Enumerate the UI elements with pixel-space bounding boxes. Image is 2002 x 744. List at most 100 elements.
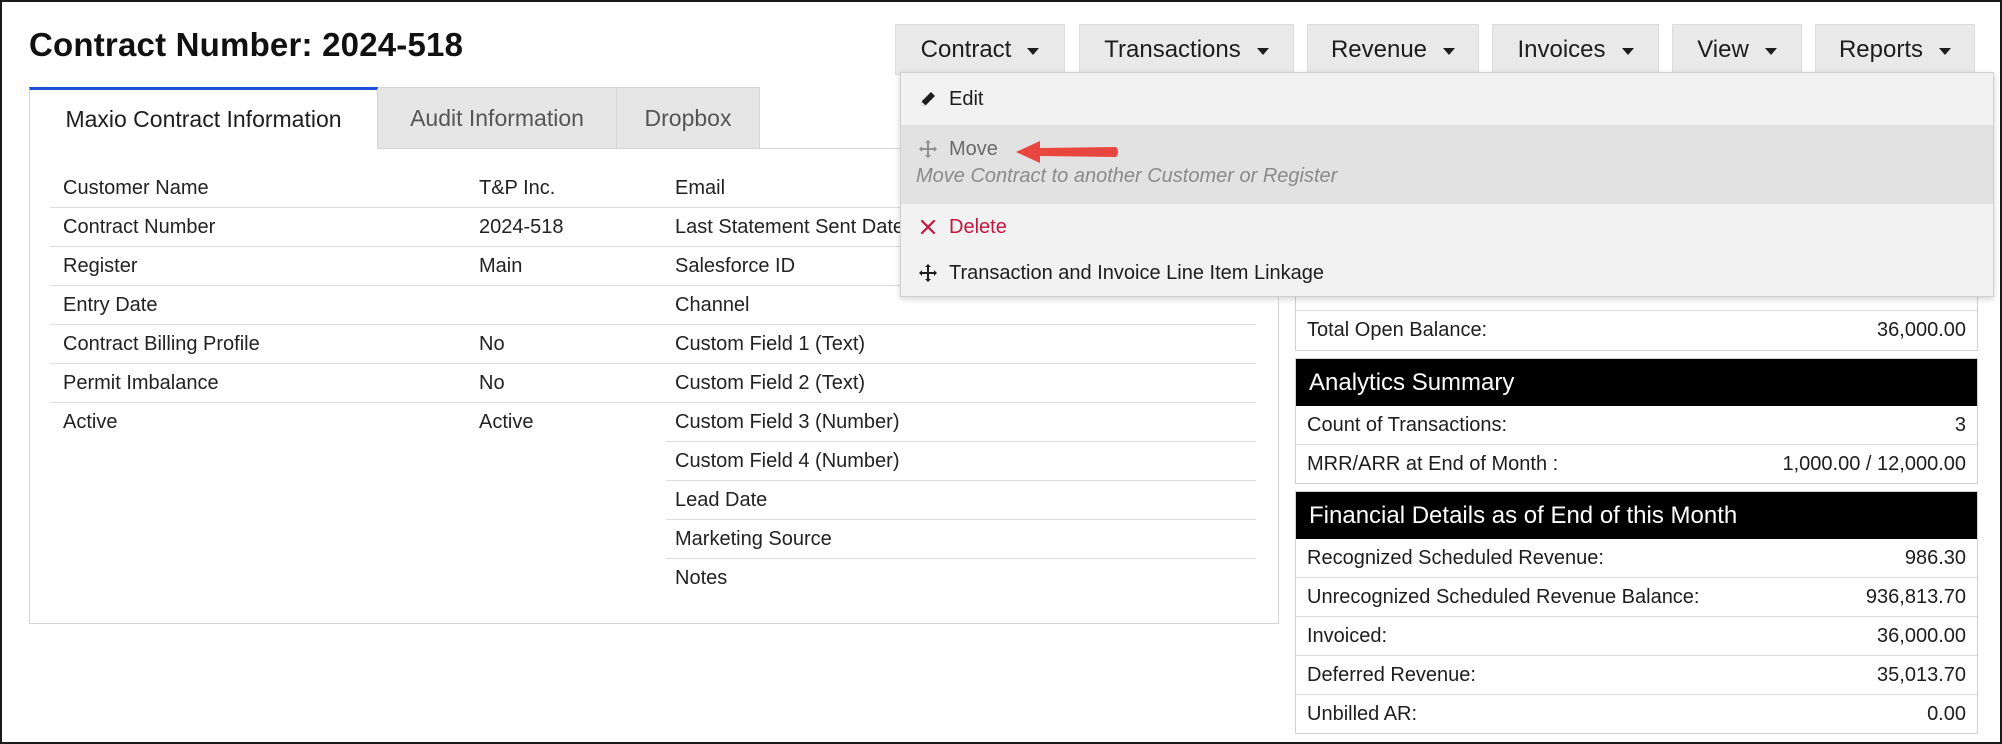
customer-name-link[interactable]: T&P Inc. — [479, 177, 555, 200]
field-row-customer-name: Customer Name T&P Inc. — [50, 169, 672, 208]
invoices-menu-label: Invoices — [1517, 35, 1606, 63]
menu-item-label: Transaction and Invoice Line Item Linkag… — [949, 261, 1325, 284]
menu-item-label: Move — [949, 137, 998, 160]
summary-value: 1,000.00 / 12,000.00 — [1782, 453, 1967, 475]
field-label: Custom Field 3 (Number) — [675, 410, 900, 433]
analytics-summary-heading: Analytics Summary — [1296, 359, 1977, 406]
annotation-arrow-icon — [1016, 141, 1118, 163]
summary-label: Total Open Balance: — [1307, 319, 1488, 341]
field-row-register: Register Main — [50, 247, 672, 286]
caret-down-icon — [1027, 47, 1040, 55]
field-value: Active — [479, 411, 534, 433]
field-value: No — [479, 371, 505, 394]
reports-menu-button[interactable]: Reports — [1815, 24, 1975, 75]
summary-value: 936,813.70 — [1865, 585, 1966, 608]
revenue-menu-label: Revenue — [1330, 35, 1428, 63]
total-open-balance-row: Total Open Balance: 36,000.00 — [1296, 311, 1977, 350]
contract-menu-label: Contract — [920, 35, 1012, 63]
field-label: Entry Date — [63, 293, 158, 316]
financial-row: Invoiced: 36,000.00 — [1296, 617, 1977, 656]
summary-value: 35,013.70 — [1877, 663, 1966, 686]
field-value: 2024-518 — [479, 215, 564, 238]
financial-row: Unrecognized Scheduled Revenue Balance: … — [1296, 578, 1977, 617]
field-label: Customer Name — [63, 176, 209, 199]
menu-item-label: Edit — [949, 87, 984, 110]
analytics-row: Count of Transactions: 3 — [1296, 406, 1977, 445]
field-label: Channel — [675, 293, 750, 316]
tab-label: Maxio Contract Information — [65, 106, 342, 132]
summary-label: Unrecognized Scheduled Revenue Balance: — [1307, 585, 1700, 608]
menu-item-label: Delete — [949, 215, 1007, 238]
summary-label: Count of Transactions: — [1307, 413, 1508, 436]
financial-details-box: Financial Details as of End of this Mont… — [1295, 491, 1978, 734]
summary-value: 3 — [1954, 413, 1966, 436]
field-label: Notes — [675, 567, 728, 589]
field-label: Salesforce ID — [675, 254, 796, 277]
field-label: Contract Billing Profile — [63, 332, 260, 355]
field-row-notes: Notes — [666, 559, 1256, 598]
field-row-custom-field-2: Custom Field 2 (Text) — [666, 364, 1256, 403]
field-label: Last Statement Sent Date — [675, 215, 905, 238]
move-icon — [915, 263, 941, 283]
summary-label: Recognized Scheduled Revenue: — [1307, 546, 1604, 569]
field-row-contract-number: Contract Number 2024-518 — [50, 208, 672, 247]
summary-label: MRR/ARR at End of Month : — [1307, 453, 1559, 475]
view-menu-label: View — [1697, 35, 1749, 63]
register-link[interactable]: Main — [479, 255, 522, 278]
field-row-contract-billing-profile: Contract Billing Profile No — [50, 325, 672, 364]
invoices-menu-button[interactable]: Invoices — [1492, 24, 1659, 75]
field-label: Custom Field 2 (Text) — [675, 371, 866, 394]
caret-down-icon — [1764, 47, 1777, 55]
reports-menu-label: Reports — [1838, 35, 1924, 63]
contract-menu-button[interactable]: Contract — [895, 24, 1065, 75]
menu-item-delete[interactable]: Delete — [901, 204, 1993, 250]
tab-label: Dropbox — [644, 105, 732, 131]
field-label: Custom Field 1 (Text) — [675, 332, 866, 355]
caret-down-icon — [1443, 47, 1456, 55]
close-icon — [915, 219, 941, 235]
field-label: Custom Field 4 (Number) — [675, 449, 900, 472]
app-frame: Contract Number: 2024-518 Contract Trans… — [0, 0, 2002, 744]
transactions-menu-button[interactable]: Transactions — [1079, 24, 1294, 75]
summary-label: Deferred Revenue: — [1307, 663, 1476, 686]
field-label: Marketing Source — [675, 527, 832, 550]
pencil-icon — [915, 89, 941, 109]
tab-dropbox[interactable]: Dropbox — [616, 87, 760, 149]
field-row-active: Active Active — [50, 403, 672, 442]
tab-maxio-contract-information[interactable]: Maxio Contract Information — [29, 87, 378, 149]
summary-value: 36,000.00 — [1877, 319, 1966, 341]
summary-value: 36,000.00 — [1877, 624, 1966, 647]
analytics-summary-box: Analytics Summary Count of Transactions:… — [1295, 358, 1978, 484]
financial-details-heading: Financial Details as of End of this Mont… — [1296, 492, 1977, 539]
tab-audit-information[interactable]: Audit Information — [377, 87, 617, 149]
menu-item-edit[interactable]: Edit — [901, 77, 1993, 121]
field-row-marketing-source: Marketing Source — [666, 520, 1256, 559]
field-row-permit-imbalance: Permit Imbalance No — [50, 364, 672, 403]
financial-row: Recognized Scheduled Revenue: 986.30 — [1296, 539, 1977, 578]
view-menu-button[interactable]: View — [1672, 24, 1802, 75]
page-title: Contract Number: 2024-518 — [29, 26, 464, 63]
revenue-menu-button[interactable]: Revenue — [1307, 24, 1479, 75]
analytics-row: MRR/ARR at End of Month : 1,000.00 / 12,… — [1296, 445, 1977, 484]
move-icon — [915, 139, 941, 159]
field-value: No — [479, 332, 505, 355]
summary-label: Invoiced: — [1307, 624, 1388, 647]
field-label: Contract Number — [63, 215, 216, 238]
field-label: Active — [63, 411, 118, 433]
menu-item-line-item-linkage[interactable]: Transaction and Invoice Line Item Linkag… — [901, 251, 1993, 295]
tab-label: Audit Information — [410, 105, 584, 131]
caret-down-icon — [1621, 47, 1634, 55]
field-row-lead-date: Lead Date — [666, 481, 1256, 520]
summary-label: Unbilled AR: — [1307, 703, 1418, 725]
contract-dropdown-menu: Edit Move Move Contract to another Custo… — [900, 72, 1994, 297]
financial-row: Unbilled AR: 0.00 — [1296, 695, 1977, 734]
transactions-menu-label: Transactions — [1104, 35, 1241, 63]
summary-value: 0.00 — [1927, 703, 1966, 725]
field-row-custom-field-1: Custom Field 1 (Text) — [666, 325, 1256, 364]
field-label: Register — [63, 254, 138, 277]
field-row-custom-field-3: Custom Field 3 (Number) — [666, 403, 1256, 442]
financial-row: Deferred Revenue: 35,013.70 — [1296, 656, 1977, 695]
field-label: Lead Date — [675, 488, 768, 511]
field-label: Email — [675, 176, 726, 199]
caret-down-icon — [1256, 47, 1269, 55]
